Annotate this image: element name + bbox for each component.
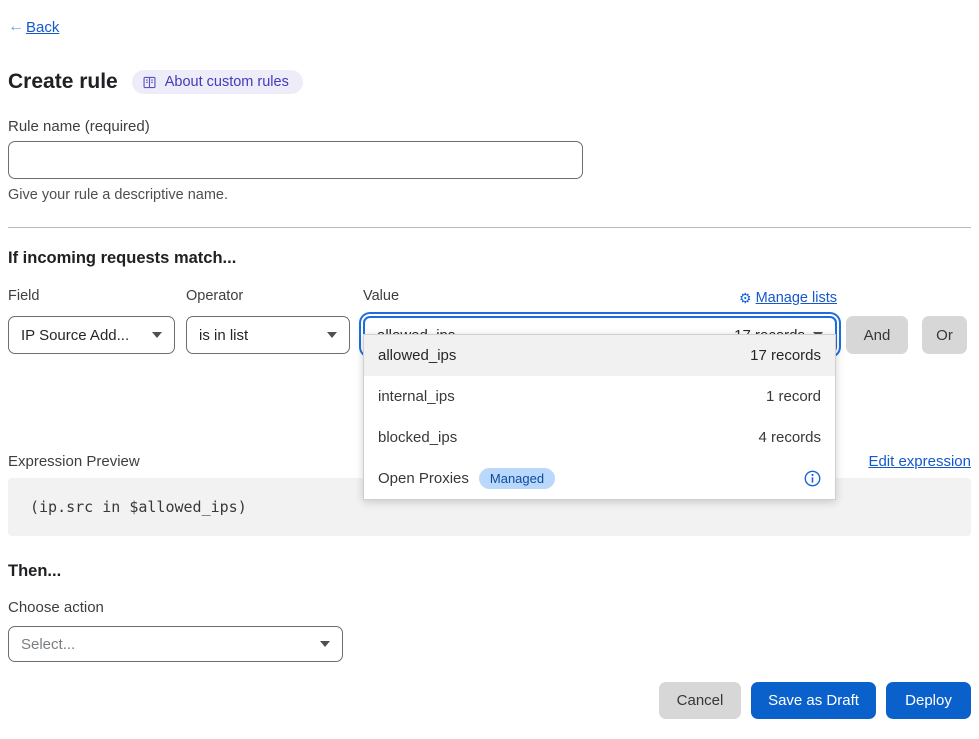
field-label: Field — [8, 288, 175, 307]
about-custom-rules-label: About custom rules — [165, 74, 289, 90]
list-item-internal-ips[interactable]: internal_ips 1 record — [364, 376, 835, 417]
back-arrow-icon: ← — [8, 18, 24, 36]
expression-preview-label: Expression Preview — [8, 453, 140, 470]
then-heading: Then... — [8, 562, 971, 583]
list-item-count: 4 records — [758, 429, 821, 446]
action-select-placeholder: Select... — [21, 636, 75, 653]
rule-name-helper: Give your rule a descriptive name. — [8, 187, 971, 205]
cancel-button[interactable]: Cancel — [659, 682, 741, 719]
operator-select-value: is in list — [199, 327, 248, 344]
managed-badge: Managed — [479, 468, 555, 489]
back-link[interactable]: ←Back — [8, 18, 59, 36]
chevron-down-icon — [327, 332, 337, 338]
page-title: Create rule — [8, 70, 118, 94]
about-custom-rules-link[interactable]: About custom rules — [132, 70, 303, 94]
back-label: Back — [26, 19, 59, 36]
list-item-count: 1 record — [766, 388, 821, 405]
rule-name-input[interactable] — [8, 141, 583, 179]
or-button[interactable]: Or — [922, 316, 967, 354]
list-dropdown-menu: allowed_ips 17 records internal_ips 1 re… — [363, 334, 836, 500]
manage-lists-label: Manage lists — [756, 290, 837, 306]
manage-lists-link[interactable]: ⚙ Manage lists — [739, 290, 837, 306]
action-select[interactable]: Select... — [8, 626, 343, 662]
deploy-button[interactable]: Deploy — [886, 682, 971, 719]
list-item-name: allowed_ips — [378, 347, 456, 364]
gear-icon: ⚙ — [739, 291, 752, 305]
operator-label: Operator — [186, 288, 350, 307]
field-select-value: IP Source Add... — [21, 327, 129, 344]
chevron-down-icon — [152, 332, 162, 338]
list-item-name: blocked_ips — [378, 429, 457, 446]
and-button[interactable]: And — [846, 316, 908, 354]
section-divider — [8, 227, 971, 228]
choose-action-label: Choose action — [8, 599, 971, 618]
expression-code: (ip.src in $allowed_ips) — [30, 498, 247, 516]
field-select[interactable]: IP Source Add... — [8, 316, 175, 354]
operator-select[interactable]: is in list — [186, 316, 350, 354]
list-item-count: 17 records — [750, 347, 821, 364]
list-item-name: internal_ips — [378, 388, 455, 405]
list-item-blocked-ips[interactable]: blocked_ips 4 records — [364, 417, 835, 458]
info-icon[interactable] — [804, 470, 821, 487]
list-item-open-proxies[interactable]: Open Proxies Managed — [364, 458, 835, 499]
match-heading: If incoming requests match... — [8, 249, 971, 269]
create-rule-page: ←Back Create rule About custom rules Rul… — [0, 0, 979, 719]
value-label: Value — [363, 288, 399, 307]
list-item-name: Open Proxies — [378, 470, 469, 487]
book-icon — [142, 75, 157, 90]
list-item-allowed-ips[interactable]: allowed_ips 17 records — [364, 335, 835, 376]
edit-expression-link[interactable]: Edit expression — [868, 453, 971, 470]
save-as-draft-button[interactable]: Save as Draft — [751, 682, 876, 719]
chevron-down-icon — [320, 641, 330, 647]
rule-name-label: Rule name (required) — [8, 118, 971, 135]
